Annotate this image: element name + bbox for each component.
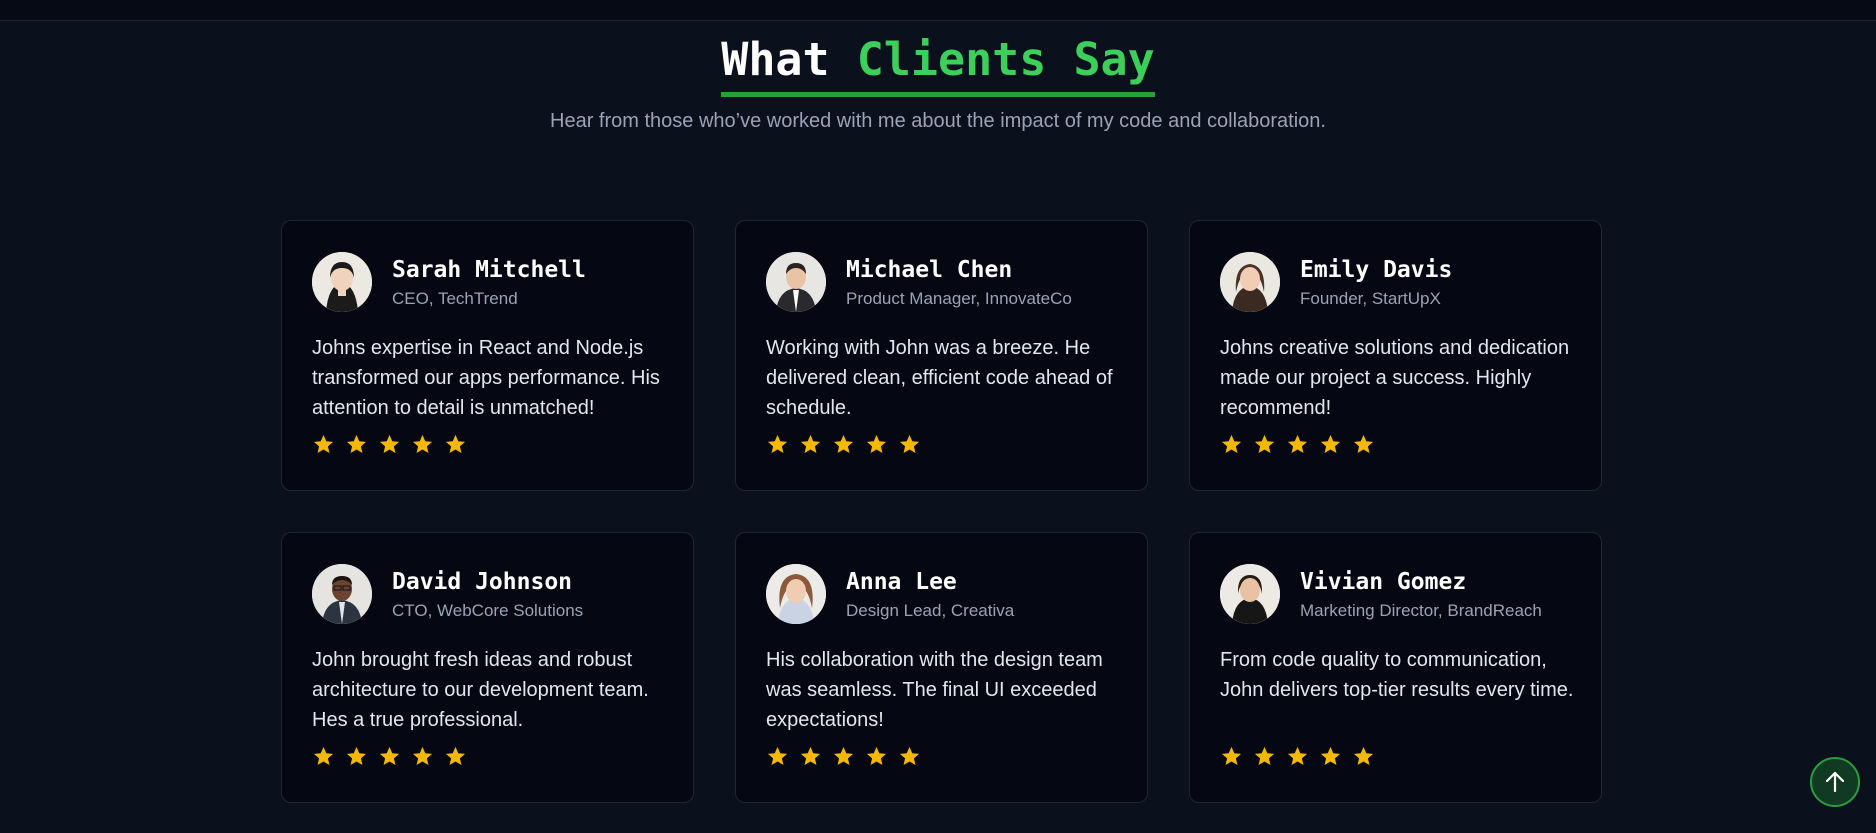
star-icon	[412, 746, 433, 766]
star-icon	[866, 434, 887, 454]
star-icon	[412, 434, 433, 454]
star-icon	[1287, 434, 1308, 454]
star-icon	[833, 434, 854, 454]
client-role: Founder, StartUpX	[1300, 289, 1441, 308]
client-name: David Johnson	[392, 569, 573, 595]
star-icon	[767, 746, 788, 766]
testimonial-card: Emily Davis Founder, StartUpX Johns crea…	[1189, 220, 1602, 491]
arrow-up-icon	[1825, 771, 1845, 793]
rating-stars	[766, 745, 1117, 768]
rating-stars	[1220, 745, 1571, 768]
rating-stars	[1220, 433, 1571, 456]
title-part-green: Clients Say	[856, 33, 1155, 86]
section-subtitle: Hear from those who’ve worked with me ab…	[550, 110, 1326, 132]
testimonial-card: Vivian Gomez Marketing Director, BrandRe…	[1189, 532, 1602, 803]
testimonial-quote: John brought fresh ideas and robust arch…	[312, 649, 649, 731]
star-icon	[445, 746, 466, 766]
avatar	[1220, 252, 1280, 312]
rating-stars	[312, 433, 663, 456]
client-role: Design Lead, Creativa	[846, 601, 1015, 620]
testimonials-grid: Sarah Mitchell CEO, TechTrend Johns expe…	[281, 220, 1602, 803]
testimonial-card: Michael Chen Product Manager, InnovateCo…	[735, 220, 1148, 491]
testimonial-card: Sarah Mitchell CEO, TechTrend Johns expe…	[281, 220, 694, 491]
client-role: CEO, TechTrend	[392, 289, 518, 308]
testimonial-quote: Johns expertise in React and Node.js tra…	[312, 337, 660, 419]
star-icon	[1320, 746, 1341, 766]
testimonial-card: Anna Lee Design Lead, Creativa His colla…	[735, 532, 1148, 803]
client-role: Product Manager, InnovateCo	[846, 289, 1072, 308]
star-icon	[1254, 746, 1275, 766]
star-icon	[346, 434, 367, 454]
star-icon	[346, 746, 367, 766]
client-name: Vivian Gomez	[1300, 569, 1467, 595]
star-icon	[1221, 746, 1242, 766]
testimonial-card: David Johnson CTO, WebCore Solutions Joh…	[281, 532, 694, 803]
star-icon	[800, 746, 821, 766]
star-icon	[1320, 434, 1341, 454]
title-part-white: What	[721, 33, 830, 86]
testimonial-quote: Johns creative solutions and dedication …	[1220, 337, 1570, 419]
top-nav-bar	[0, 0, 1876, 21]
star-icon	[379, 434, 400, 454]
star-icon	[866, 746, 887, 766]
star-icon	[313, 434, 334, 454]
client-role: Marketing Director, BrandReach	[1300, 601, 1542, 620]
star-icon	[833, 746, 854, 766]
testimonial-quote: His collaboration with the design team w…	[766, 649, 1103, 731]
star-icon	[1353, 746, 1374, 766]
scroll-to-top-button[interactable]	[1810, 757, 1860, 807]
rating-stars	[312, 745, 663, 768]
star-icon	[767, 434, 788, 454]
client-name: Emily Davis	[1300, 257, 1453, 283]
section-title: What Clients Say	[721, 32, 1155, 97]
star-icon	[379, 746, 400, 766]
client-name: Michael Chen	[846, 257, 1013, 283]
client-name: Sarah Mitchell	[392, 257, 586, 283]
client-name: Anna Lee	[846, 569, 957, 595]
star-icon	[899, 746, 920, 766]
avatar	[766, 252, 826, 312]
avatar	[312, 564, 372, 624]
avatar	[312, 252, 372, 312]
star-icon	[1353, 434, 1374, 454]
client-role: CTO, WebCore Solutions	[392, 601, 584, 620]
avatar	[766, 564, 826, 624]
testimonial-quote: Working with John was a breeze. He deliv…	[766, 337, 1113, 419]
rating-stars	[766, 433, 1117, 456]
star-icon	[800, 434, 821, 454]
star-icon	[1221, 434, 1242, 454]
star-icon	[1287, 746, 1308, 766]
testimonial-quote: From code quality to communication, John…	[1220, 649, 1574, 701]
star-icon	[313, 746, 334, 766]
section-heading: What Clients Say	[0, 32, 1876, 97]
avatar	[1220, 564, 1280, 624]
star-icon	[899, 434, 920, 454]
star-icon	[1254, 434, 1275, 454]
star-icon	[445, 434, 466, 454]
